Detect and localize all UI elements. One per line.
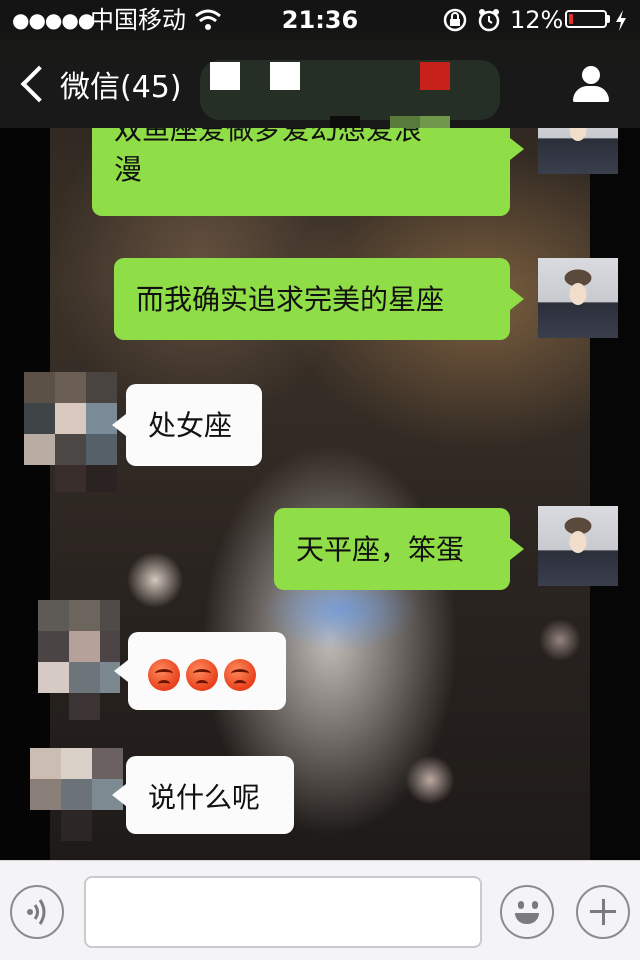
message-text: 处女座	[148, 409, 233, 442]
chevron-left-icon	[20, 65, 58, 103]
smiley-icon-mouth	[515, 913, 539, 924]
message-text: 说什么呢	[148, 781, 261, 814]
bubble-tail	[510, 538, 524, 560]
message-bubble-incoming[interactable]: 处女座	[126, 384, 262, 466]
bubble-tail	[112, 784, 126, 806]
my-avatar[interactable]	[538, 128, 618, 174]
message-text: 天平座，笨蛋	[296, 533, 465, 566]
chat-info-button[interactable]	[570, 64, 612, 106]
smiley-icon-eye	[532, 901, 538, 909]
angry-face-emoji	[186, 659, 218, 691]
bubble-tail	[114, 660, 128, 682]
battery-nub	[607, 15, 610, 23]
contact-avatar[interactable]	[24, 372, 124, 492]
plus-icon-stroke	[601, 899, 605, 925]
bubble-tail	[112, 414, 126, 436]
message-bubble-incoming[interactable]	[128, 632, 286, 710]
voice-button[interactable]	[10, 885, 64, 939]
person-icon-body	[573, 86, 609, 102]
smiley-icon	[518, 901, 524, 909]
angry-face-emoji	[148, 659, 180, 691]
chat-title-redacted	[200, 60, 510, 132]
my-avatar[interactable]	[538, 258, 618, 338]
message-bubble-outgoing[interactable]: 而我确实追求完美的星座	[114, 258, 510, 340]
more-options-button[interactable]	[576, 885, 630, 939]
angry-face-emoji	[224, 659, 256, 691]
message-list[interactable]: 双鱼座爱做梦爱幻想爱浪 漫 而我确实追求完美的星座 处女座 天平座，笨蛋 说什么…	[0, 128, 640, 860]
message-text-line: 双鱼座爱做梦爱幻想爱浪	[114, 128, 423, 146]
battery-level	[569, 14, 573, 24]
message-bubble-outgoing[interactable]: 天平座，笨蛋	[274, 508, 510, 590]
emoji-button[interactable]	[500, 885, 554, 939]
voice-icon	[27, 899, 46, 925]
back-button[interactable]: 微信(45)	[18, 60, 182, 108]
back-label: 微信(45)	[60, 70, 182, 105]
battery-percent: 12%	[510, 6, 564, 34]
nav-bar: 微信(45)	[0, 40, 640, 132]
message-text-line: 漫	[114, 153, 143, 186]
bubble-tail	[510, 288, 524, 310]
input-bar	[0, 860, 640, 960]
my-avatar[interactable]	[538, 506, 618, 586]
message-bubble-outgoing[interactable]: 双鱼座爱做梦爱幻想爱浪 漫	[92, 128, 510, 216]
person-icon	[582, 66, 600, 84]
message-input[interactable]	[84, 876, 482, 948]
message-bubble-incoming[interactable]: 说什么呢	[126, 756, 294, 834]
status-bar: ●●●●● 中国移动 21:36 12%	[0, 0, 640, 40]
battery-icon	[565, 10, 607, 28]
message-text: 而我确实追求完美的星座	[136, 283, 445, 316]
bubble-tail	[510, 138, 524, 160]
